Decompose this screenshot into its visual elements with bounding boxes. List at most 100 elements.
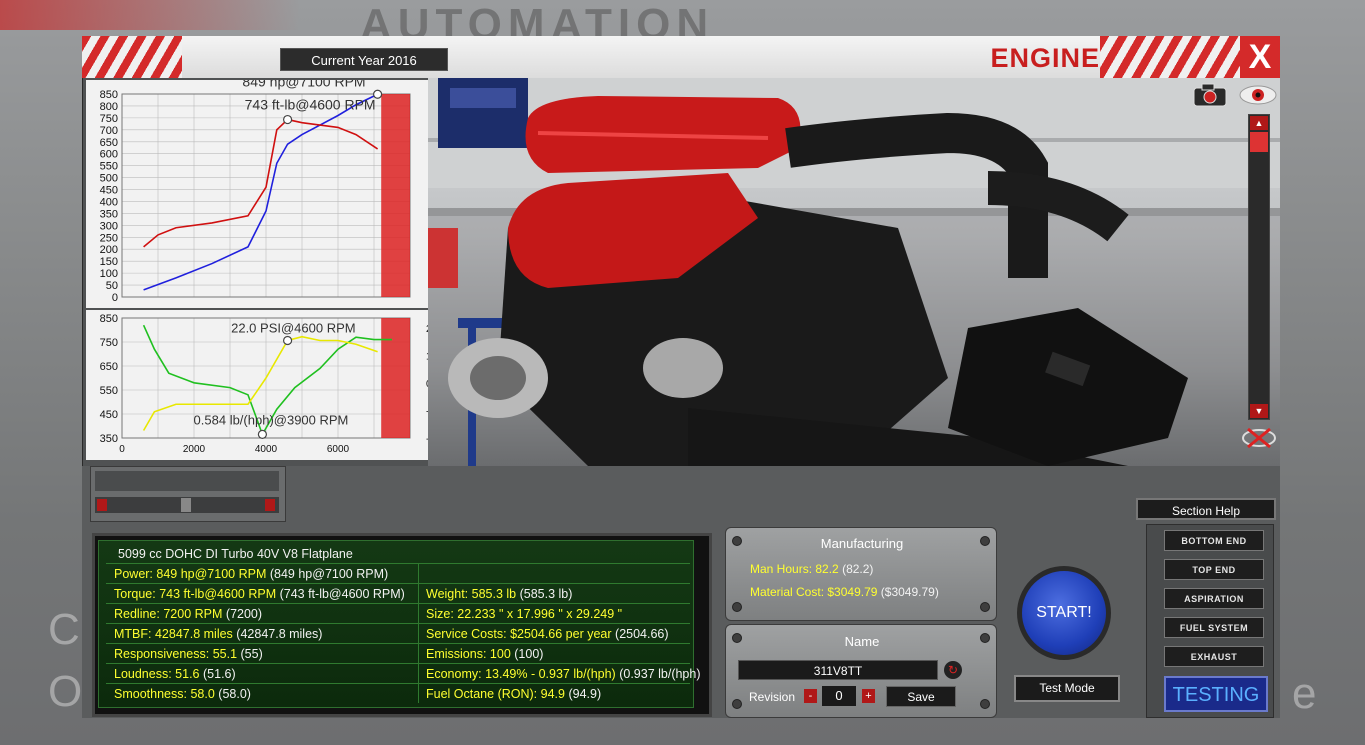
- start-button[interactable]: START!: [1017, 566, 1111, 660]
- stat-row: Redline: 7200 RPM (7200): [114, 607, 263, 621]
- scroll-thumb[interactable]: [1250, 132, 1268, 152]
- peak-marker: [283, 114, 293, 125]
- x-tick-label: 0: [119, 444, 125, 455]
- revision-value: 0: [822, 686, 856, 706]
- stat-row: Size: 22.233 " x 17.996 " x 29.249 ": [426, 607, 623, 621]
- y-axis-ticks: 8508007507006506005505004504003503002502…: [100, 89, 118, 304]
- y-tick-label: 500: [100, 173, 118, 185]
- torque-peak-annotation: 743 ft-lb@4600 RPM: [245, 97, 376, 113]
- stat-row: Fuel Octane (RON): 94.9 (94.9): [426, 687, 602, 701]
- camera-icon[interactable]: [1192, 82, 1232, 108]
- engine-render: [428, 78, 1280, 466]
- background-text-fragment: C: [48, 605, 80, 654]
- nav-top-end[interactable]: TOP END: [1164, 559, 1264, 580]
- refresh-name-icon[interactable]: ↻: [944, 661, 962, 679]
- test-mode-button[interactable]: Test Mode: [1014, 675, 1120, 702]
- nav-fuel-system[interactable]: FUEL SYSTEM: [1164, 617, 1264, 638]
- scroll-up-button[interactable]: ▲: [1250, 116, 1268, 130]
- part-selector-right-button[interactable]: [265, 499, 275, 511]
- y-tick-label: 850: [100, 89, 118, 101]
- y-tick-label: 450: [100, 409, 118, 421]
- peak-marker: [257, 429, 267, 440]
- redline-zone: [381, 94, 410, 297]
- stat-row: Service Costs: $2504.66 per year (2504.6…: [426, 627, 669, 641]
- y-tick-label: 850: [100, 313, 118, 325]
- y-tick-label: 150: [100, 256, 118, 268]
- manufacturing-title: Manufacturing: [820, 536, 904, 551]
- part-selector-bar: [95, 471, 279, 491]
- y-tick-label: 650: [100, 361, 118, 373]
- x-tick-label: 4000: [255, 444, 278, 455]
- scroll-down-button[interactable]: ▼: [1250, 404, 1268, 418]
- y-tick-label: 700: [100, 125, 118, 137]
- boost-peak-annotation: 22.0 PSI@4600 RPM: [231, 321, 355, 336]
- revision-label: Revision: [749, 690, 796, 704]
- engine-viewport[interactable]: [428, 78, 1280, 466]
- economy-peak-annotation: 0.584 lb/(hph)@3900 RPM: [194, 412, 349, 427]
- boost-economy-chart: 850 750 650 550 450 350 2.2 1.4 0.6 -0.2 -1.0 0 20…: [86, 310, 428, 460]
- stat-row: Loudness: 51.6 (51.6): [114, 667, 236, 681]
- background-text-fragment: O: [48, 667, 83, 716]
- y-tick-label: 550: [100, 385, 118, 397]
- stat-row: Responsiveness: 55.1 (55): [114, 647, 263, 661]
- material-cost-row: Material Cost: $3049.79 ($3049.79): [750, 585, 939, 599]
- power-peak-annotation: 849 hp@7100 RPM: [242, 80, 365, 89]
- revision-increment-button[interactable]: +: [862, 689, 875, 703]
- engine-name-input[interactable]: 311V8TT: [738, 660, 938, 680]
- section-help-button[interactable]: Section Help: [1136, 498, 1276, 520]
- nav-aspiration[interactable]: ASPIRATION: [1164, 588, 1264, 609]
- y2-tick-label: 2.2: [426, 324, 428, 335]
- redline-zone: [381, 318, 410, 438]
- y-tick-label: 0: [112, 292, 118, 304]
- stat-row: MTBF: 42847.8 miles (42847.8 miles): [114, 627, 323, 641]
- close-button[interactable]: X: [1240, 36, 1280, 78]
- man-hours-row: Man Hours: 82.2 (82.2): [750, 562, 874, 576]
- y-tick-label: 300: [100, 220, 118, 232]
- nav-testing[interactable]: TESTING: [1164, 676, 1268, 712]
- y-tick-label: 50: [106, 280, 118, 292]
- part-selector-thumb[interactable]: [181, 498, 191, 512]
- power-torque-chart: 8508007507006506005505004504003503002502…: [86, 80, 428, 308]
- title-stripes-right: [1100, 36, 1240, 78]
- y-tick-label: 350: [100, 433, 118, 445]
- peak-marker: [283, 335, 293, 346]
- background-text-fragment: e: [1292, 669, 1317, 718]
- name-title: Name: [844, 634, 880, 649]
- y-tick-label: 250: [100, 232, 118, 244]
- stat-row: Torque: 743 ft-lb@4600 RPM (743 ft-lb@46…: [114, 587, 405, 601]
- revision-decrement-button[interactable]: -: [804, 689, 817, 703]
- y-tick-label: 750: [100, 337, 118, 349]
- y-tick-label: 400: [100, 196, 118, 208]
- y-tick-label: 200: [100, 244, 118, 256]
- reset-view-icon[interactable]: [1240, 426, 1278, 450]
- current-year-label: Current Year 2016: [280, 48, 448, 71]
- window-title: ENGINE DESIGN: [990, 43, 1100, 105]
- y-tick-label: 600: [100, 149, 118, 161]
- stat-row: Economy: 13.49% - 0.937 lb/(hph) (0.937 …: [426, 667, 701, 681]
- engine-description: 5099 cc DOHC DI Turbo 40V V8 Flatplane: [118, 547, 353, 561]
- x-tick-label: 6000: [327, 444, 350, 455]
- y2-tick-label: 0.6: [426, 379, 428, 390]
- manufacturing-panel: Manufacturing Man Hours: 82.2 (82.2) Mat…: [725, 527, 997, 621]
- zoom-scrollbar[interactable]: [1248, 114, 1270, 420]
- chart-background: [86, 80, 428, 308]
- stat-row: Emissions: 100 (100): [426, 647, 544, 661]
- part-selector[interactable]: [90, 466, 286, 522]
- background-accent: [0, 0, 300, 30]
- save-button[interactable]: Save: [886, 686, 956, 707]
- part-selector-left-button[interactable]: [97, 499, 107, 511]
- stat-row: Weight: 585.3 lb (585.3 lb): [426, 587, 573, 601]
- y-tick-label: 650: [100, 137, 118, 149]
- y2-tick-label: -0.2: [426, 407, 428, 418]
- y2-tick-label: -1.0: [426, 434, 428, 445]
- nav-bottom-end[interactable]: BOTTOM END: [1164, 530, 1264, 551]
- y-tick-label: 550: [100, 161, 118, 173]
- y-tick-label: 450: [100, 185, 118, 197]
- y-tick-label: 800: [100, 101, 118, 113]
- nav-exhaust[interactable]: EXHAUST: [1164, 646, 1264, 667]
- stat-row: Smoothness: 58.0 (58.0): [114, 687, 251, 701]
- stat-row: Power: 849 hp@7100 RPM (849 hp@7100 RPM): [114, 567, 389, 581]
- y2-tick-label: 1.4: [426, 352, 428, 363]
- y-tick-label: 750: [100, 113, 118, 125]
- eye-icon[interactable]: [1238, 84, 1278, 106]
